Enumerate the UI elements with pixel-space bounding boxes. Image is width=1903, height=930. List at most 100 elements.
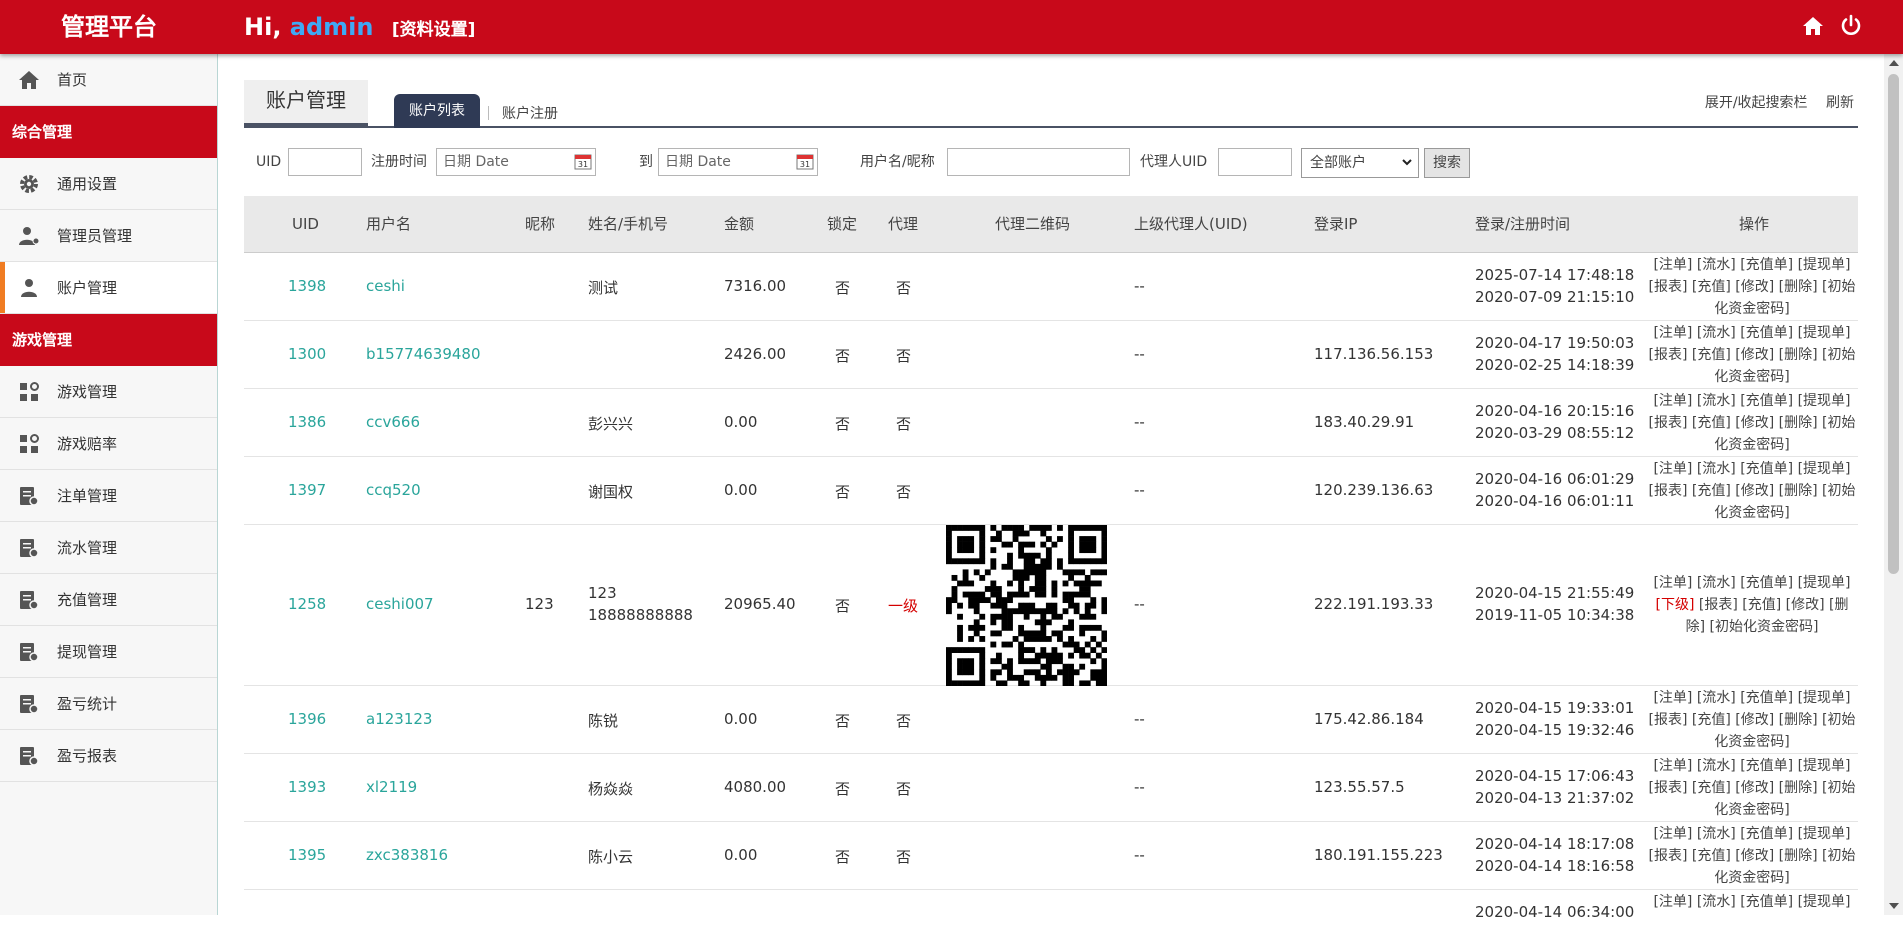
sidebar-item-game-odds[interactable]: 游戏赔率 — [0, 418, 217, 470]
calendar-icon[interactable]: 31 — [796, 152, 814, 170]
sidebar-section-general[interactable]: 综合管理 — [0, 106, 217, 158]
account-filter-select[interactable]: 全部账户 — [1301, 148, 1419, 178]
sidebar-item-profit-report[interactable]: 盈亏报表 — [0, 730, 217, 782]
sidebar-item-label: 提现管理 — [57, 643, 118, 661]
report-icon — [0, 640, 57, 664]
row-name: 杨焱焱 — [588, 780, 634, 798]
sidebar-item-recharge-management[interactable]: 充值管理 — [0, 574, 217, 626]
sidebar-item-label: 流水管理 — [57, 539, 118, 557]
col-agent-qr[interactable]: 代理二维码 — [995, 196, 1070, 253]
row-actions[interactable]: [注单] [流水] [充值单] [提现单] [报表] [充值] [修改] [删除… — [1646, 390, 1858, 456]
sidebar-item-label: 游戏管理 — [57, 383, 118, 401]
col-nickname[interactable]: 昵称 — [525, 196, 555, 253]
sidebar-item-home[interactable]: 首页 — [0, 54, 217, 106]
date-from-input[interactable]: 日期 Date 31 — [436, 148, 596, 176]
agent-uid-input[interactable] — [1218, 148, 1292, 176]
scroll-up-arrow[interactable] — [1889, 60, 1899, 66]
calendar-icon[interactable]: 31 — [574, 152, 592, 170]
col-uid[interactable]: UID — [292, 196, 319, 253]
row-actions[interactable]: [注单] [流水] [充值单] [提现单] [报表] [充值] [修改] [删除… — [1646, 322, 1858, 388]
widgets-icon — [0, 380, 57, 404]
col-locked[interactable]: 锁定 — [827, 196, 857, 253]
accounts-table: UID 用户名 昵称 姓名/手机号 金额 锁定 代理 代理二维码 上级代理人(U… — [244, 196, 1858, 930]
row-locked: 否 — [835, 780, 851, 798]
table-row: 2020-04-14 06:34:00 [注单] [流水] [充值单] [提现单… — [244, 890, 1858, 930]
col-username[interactable]: 用户名 — [366, 196, 411, 253]
row-username[interactable]: xl2119 — [366, 778, 417, 796]
row-username[interactable]: ccq520 — [366, 481, 421, 499]
scroll-down-arrow[interactable] — [1889, 903, 1899, 909]
row-uid[interactable]: 1300 — [288, 345, 326, 363]
row-uid[interactable]: 1397 — [288, 481, 326, 499]
row-uid[interactable]: 1258 — [288, 595, 326, 613]
sidebar-item-withdraw-management[interactable]: 提现管理 — [0, 626, 217, 678]
power-icon[interactable] — [1839, 14, 1863, 38]
top-bar: 管理平台 Hi, admin [资料设置] — [0, 0, 1903, 54]
sidebar-item-admin-management[interactable]: 管理员管理 — [0, 210, 217, 262]
col-parent-agent[interactable]: 上级代理人(UID) — [1134, 196, 1248, 253]
sidebar-section-game[interactable]: 游戏管理 — [0, 314, 217, 366]
col-login-ip[interactable]: 登录IP — [1314, 196, 1357, 253]
row-login-time: 2020-04-16 20:15:16 — [1475, 402, 1635, 420]
sidebar-item-game-management[interactable]: 游戏管理 — [0, 366, 217, 418]
sidebar-item-flow-management[interactable]: 流水管理 — [0, 522, 217, 574]
col-login-reg-time[interactable]: 登录/注册时间 — [1475, 196, 1570, 253]
row-uid[interactable]: 1395 — [288, 846, 326, 864]
row-ip: 175.42.86.184 — [1314, 710, 1424, 728]
refresh-link[interactable]: 刷新 — [1826, 95, 1854, 111]
uid-input[interactable] — [288, 148, 362, 176]
row-username[interactable]: ceshi — [366, 277, 405, 295]
vertical-scrollbar[interactable] — [1884, 54, 1903, 915]
home-icon[interactable] — [1801, 14, 1825, 38]
header-actions: 展开/收起搜索栏 刷新 — [1691, 92, 1854, 112]
row-username[interactable]: ceshi007 — [366, 595, 434, 613]
date-to-input[interactable]: 日期 Date 31 — [658, 148, 818, 176]
actions-primary[interactable]: [注单] [流水] [充值单] [提现单] — [1653, 575, 1850, 591]
row-uid[interactable]: 1386 — [288, 413, 326, 431]
row-login-time: 2020-04-17 19:50:03 — [1475, 334, 1635, 352]
scrollbar-thumb[interactable] — [1888, 74, 1899, 574]
row-username[interactable]: a123123 — [366, 710, 432, 728]
row-actions[interactable]: [注单] [流水] [充值单] [提现单] [报表] [充值] [修改] [删除… — [1646, 458, 1858, 524]
brand-title: 管理平台 — [61, 13, 157, 41]
sidebar-item-label: 盈亏统计 — [57, 695, 118, 713]
row-actions[interactable]: [注单] [流水] [充值单] [提现单] [下级] [报表] [充值] [修改… — [1646, 572, 1858, 638]
widgets-icon — [0, 432, 57, 456]
search-button[interactable]: 搜索 — [1424, 148, 1470, 178]
row-username[interactable]: zxc383816 — [366, 846, 448, 864]
row-amount: 0.00 — [724, 846, 758, 864]
row-actions[interactable]: [注单] [流水] [充值单] [提现单] [报表] [充值] [修改] [删除… — [1646, 254, 1858, 320]
name-input[interactable] — [947, 148, 1130, 176]
subordinate-link[interactable]: [下级] — [1656, 597, 1695, 613]
row-uid[interactable]: 1393 — [288, 778, 326, 796]
tab-account-register[interactable]: 账户注册 — [502, 100, 558, 128]
sidebar-item-bet-management[interactable]: 注单管理 — [0, 470, 217, 522]
sidebar-item-account-management[interactable]: 账户管理 — [0, 262, 217, 314]
row-uid[interactable]: 1396 — [288, 710, 326, 728]
row-login-time: 2020-04-14 18:17:08 — [1475, 835, 1635, 853]
row-actions[interactable]: [注单] [流水] [充值单] [提现单] — [1646, 891, 1858, 913]
greeting: Hi, admin [资料设置] — [244, 0, 475, 54]
row-uid[interactable]: 1398 — [288, 277, 326, 295]
row-actions[interactable]: [注单] [流水] [充值单] [提现单] [报表] [充值] [修改] [删除… — [1646, 687, 1858, 753]
toggle-search-link[interactable]: 展开/收起搜索栏 — [1705, 95, 1808, 111]
report-icon — [0, 692, 57, 716]
agent-uid-label: 代理人UID — [1140, 154, 1208, 170]
col-amount[interactable]: 金额 — [724, 196, 754, 253]
tab-account-list[interactable]: 账户列表 — [394, 94, 480, 128]
row-username[interactable]: ccv666 — [366, 413, 420, 431]
col-name-phone[interactable]: 姓名/手机号 — [588, 196, 668, 253]
table-row: 1396 a123123 陈锐 0.00 否 否 -- 175.42.86.18… — [244, 686, 1858, 754]
col-actions[interactable]: 操作 — [1739, 196, 1769, 253]
col-agent[interactable]: 代理 — [888, 196, 918, 253]
row-actions[interactable]: [注单] [流水] [充值单] [提现单] [报表] [充值] [修改] [删除… — [1646, 823, 1858, 889]
row-ip: 222.191.193.33 — [1314, 595, 1434, 613]
row-agent: 否 — [896, 347, 912, 365]
row-username[interactable]: b15774639480 — [366, 345, 481, 363]
sidebar-item-profit-stats[interactable]: 盈亏统计 — [0, 678, 217, 730]
row-actions[interactable]: [注单] [流水] [充值单] [提现单] [报表] [充值] [修改] [删除… — [1646, 755, 1858, 821]
actions-secondary[interactable]: [报表] [充值] [修改] [删除] [初始化资金密码] — [1686, 597, 1849, 635]
profile-settings-link[interactable]: [资料设置] — [392, 20, 476, 40]
row-name: 谢国权 — [588, 483, 634, 501]
sidebar-item-general-settings[interactable]: 通用设置 — [0, 158, 217, 210]
